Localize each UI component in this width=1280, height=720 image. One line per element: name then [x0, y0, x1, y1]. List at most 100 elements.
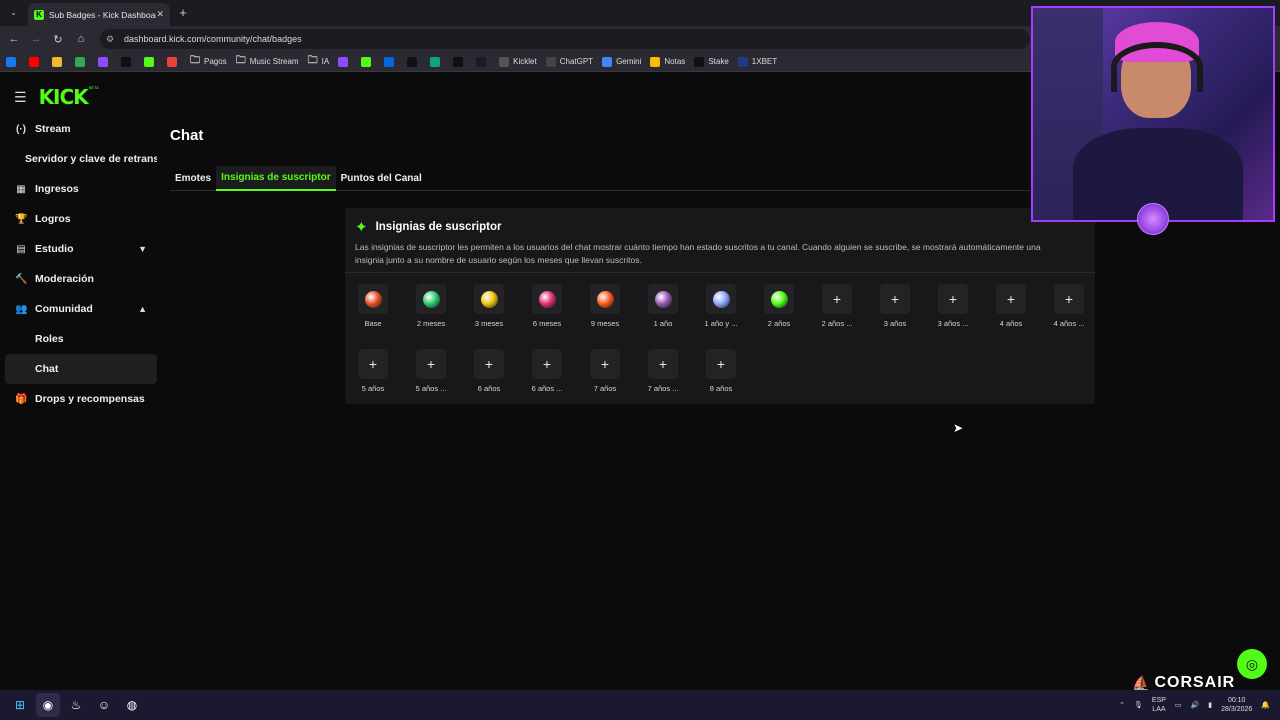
bookmark-icon-only[interactable]	[407, 56, 421, 67]
bookmark-stake[interactable]: Stake	[694, 56, 729, 67]
bookmark-kicklet[interactable]: Kicklet	[499, 56, 537, 67]
bookmark-icon-only[interactable]	[338, 56, 352, 67]
add-badge-button[interactable]: +	[590, 349, 620, 379]
bookmark-icon-only[interactable]	[384, 56, 398, 67]
address-bar[interactable]: ⚙ dashboard.kick.com/community/chat/badg…	[100, 29, 1030, 49]
bookmark-icon-only[interactable]	[167, 56, 181, 67]
bookmark-icon-only[interactable]	[29, 56, 43, 67]
badge-slot[interactable]: 1 año y ...	[693, 284, 749, 328]
discord-taskbar-icon[interactable]: ☺	[92, 693, 116, 717]
badge-image[interactable]	[416, 284, 446, 314]
bookmark-icon-only[interactable]	[144, 56, 158, 67]
badge-slot[interactable]: +5 años ...	[403, 349, 459, 393]
steam-taskbar-icon[interactable]: ♨	[64, 693, 88, 717]
badge-slot[interactable]: +6 años ...	[519, 349, 575, 393]
badge-image[interactable]	[474, 284, 504, 314]
clock[interactable]: 00:10 28/3/2026	[1221, 696, 1252, 714]
home-icon[interactable]: ⌂	[73, 31, 89, 47]
network-icon[interactable]: ▭	[1175, 701, 1182, 710]
sidebar-item-chat[interactable]: Chat	[5, 354, 157, 384]
bookmark-icon-only[interactable]	[6, 56, 20, 67]
sidebar-item-drops[interactable]: 🎁 Drops y recompensas	[5, 384, 157, 414]
add-badge-button[interactable]: +	[648, 349, 678, 379]
add-badge-button[interactable]: +	[996, 284, 1026, 314]
badge-image[interactable]	[764, 284, 794, 314]
tab-channel-points[interactable]: Puntos del Canal	[336, 166, 427, 191]
bookmark-icon-only[interactable]	[98, 56, 112, 67]
tab-sub-badges[interactable]: Insignias de suscriptor	[216, 166, 336, 191]
badge-slot[interactable]: 2 años	[751, 284, 807, 328]
badge-slot[interactable]: +5 años	[345, 349, 401, 393]
notifications-icon[interactable]: 🔔	[1261, 701, 1270, 710]
badge-slot[interactable]: +7 años	[577, 349, 633, 393]
badge-slot[interactable]: 9 meses	[577, 284, 633, 328]
add-badge-button[interactable]: +	[416, 349, 446, 379]
tab-emotes[interactable]: Emotes	[170, 166, 216, 191]
back-arrow-icon[interactable]: ←	[6, 31, 22, 47]
kick-logo[interactable]: KICK	[39, 85, 89, 109]
chat-support-button[interactable]: ◎	[1237, 649, 1267, 679]
badge-image[interactable]	[532, 284, 562, 314]
tray-expand-icon[interactable]: ⌃	[1119, 701, 1125, 710]
bookmark-icon-only[interactable]	[75, 56, 89, 67]
badge-slot[interactable]: 3 meses	[461, 284, 517, 328]
badge-slot[interactable]: +3 años	[867, 284, 923, 328]
new-tab-button[interactable]: +	[176, 4, 190, 20]
badge-slot[interactable]: +2 años ...	[809, 284, 865, 328]
badge-image[interactable]	[648, 284, 678, 314]
add-badge-button[interactable]: +	[474, 349, 504, 379]
bookmark-icon-only[interactable]	[453, 56, 467, 67]
tab-close-icon[interactable]: ✕	[156, 9, 164, 20]
badge-slot[interactable]: +8 años	[693, 349, 749, 393]
badge-slot[interactable]: +3 años ...	[925, 284, 981, 328]
sidebar-item-moderacion[interactable]: 🔨 Moderación	[5, 264, 157, 294]
badge-slot[interactable]: +6 años	[461, 349, 517, 393]
sidebar-item-roles[interactable]: Roles	[5, 324, 157, 354]
tab-list-chevron-icon[interactable]: ⌄	[6, 5, 21, 20]
chevron-up-icon[interactable]: ▲	[138, 304, 147, 314]
badge-image[interactable]	[358, 284, 388, 314]
forward-arrow-icon[interactable]: →	[28, 31, 44, 47]
sidebar-item-estudio[interactable]: ▤ Estudio ▼	[5, 234, 157, 264]
badge-slot[interactable]: 1 año	[635, 284, 691, 328]
microphone-icon[interactable]: 🎙	[1134, 701, 1143, 710]
sidebar-item-stream-key[interactable]: Servidor y clave de retransmisión	[5, 144, 157, 174]
bookmark-chatgpt[interactable]: ChatGPT	[545, 56, 593, 67]
add-badge-button[interactable]: +	[938, 284, 968, 314]
add-badge-button[interactable]: +	[1054, 284, 1084, 314]
badge-slot[interactable]: +7 años ...	[635, 349, 691, 393]
volume-icon[interactable]: 🔊	[1191, 701, 1200, 710]
bookmark-ia[interactable]: 🗀 IA	[308, 55, 330, 67]
bookmark-icon-only[interactable]	[476, 56, 490, 67]
sidebar-item-stream[interactable]: (·) Stream	[5, 114, 157, 144]
add-badge-button[interactable]: +	[822, 284, 852, 314]
site-settings-icon[interactable]: ⚙	[106, 34, 116, 45]
add-badge-button[interactable]: +	[358, 349, 388, 379]
browser-tab[interactable]: K Sub Badges - Kick Dashboard ✕	[28, 3, 170, 26]
badge-image[interactable]	[706, 284, 736, 314]
badge-image[interactable]	[590, 284, 620, 314]
badge-slot[interactable]: +4 años	[983, 284, 1039, 328]
bookmark-pagos[interactable]: 🗀 Pagos	[190, 55, 227, 67]
chevron-down-icon[interactable]: ▼	[138, 244, 147, 254]
language-indicator[interactable]: ESP LAA	[1152, 696, 1166, 714]
badge-slot[interactable]: 6 meses	[519, 284, 575, 328]
add-badge-button[interactable]: +	[532, 349, 562, 379]
chrome-taskbar-icon[interactable]: ◉	[36, 693, 60, 717]
bookmark-icon-only[interactable]	[121, 56, 135, 67]
sidebar-item-logros[interactable]: 🏆 Logros	[5, 204, 157, 234]
reload-icon[interactable]: ↻	[50, 31, 66, 47]
bookmark-icon-only[interactable]	[361, 56, 375, 67]
badge-slot[interactable]: +4 años ...	[1041, 284, 1097, 328]
add-badge-button[interactable]: +	[706, 349, 736, 379]
bookmark-icon-only[interactable]	[430, 56, 444, 67]
bookmark-gemini[interactable]: Gemini	[602, 56, 641, 67]
badge-slot[interactable]: Base	[345, 284, 401, 328]
add-badge-button[interactable]: +	[880, 284, 910, 314]
obs-taskbar-icon[interactable]: ◍	[120, 693, 144, 717]
bookmark-icon-only[interactable]	[52, 56, 66, 67]
hamburger-menu-icon[interactable]: ☰	[14, 89, 27, 106]
bookmark-music-stream[interactable]: 🗀 Music Stream	[236, 55, 299, 67]
windows-start-icon[interactable]: ⊞	[8, 693, 32, 717]
battery-icon[interactable]: ▮	[1208, 701, 1212, 710]
